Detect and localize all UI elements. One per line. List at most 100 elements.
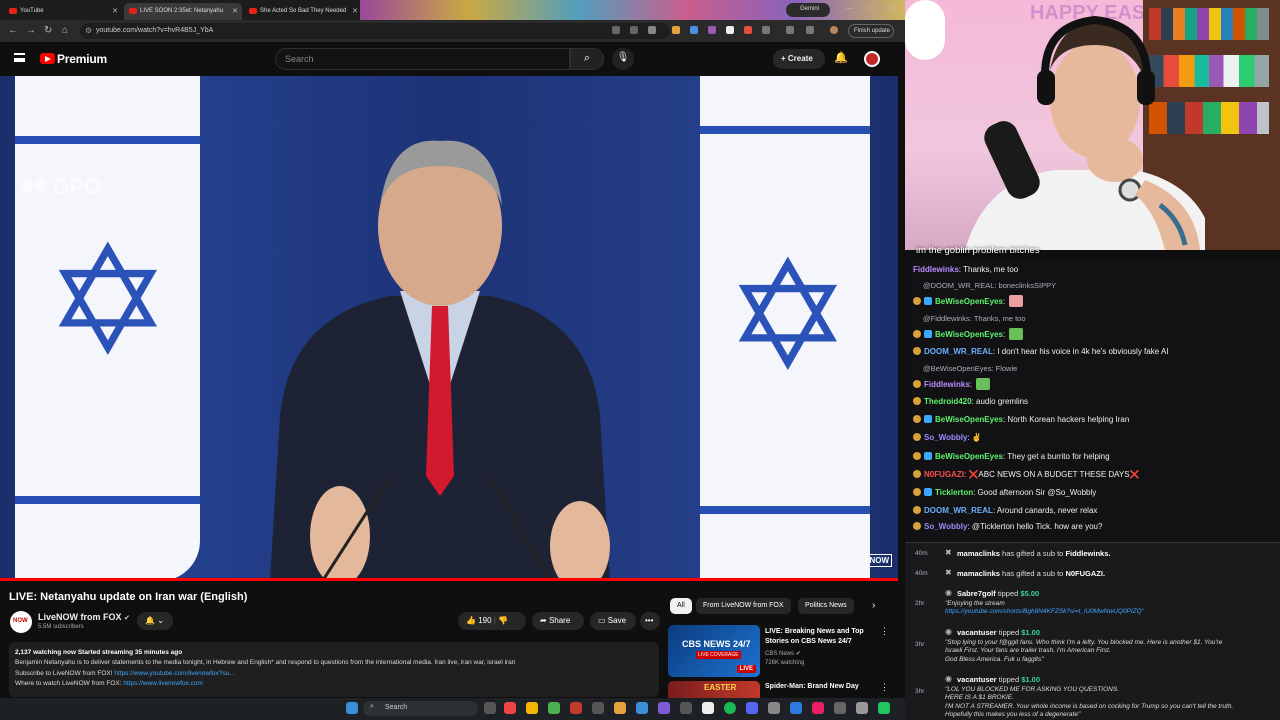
bookmark-icon[interactable] (648, 26, 656, 34)
video-player[interactable]: ✡ ✡ ●● GPO NOW (0, 76, 898, 581)
stream-caption: im the goblin problem bitches (916, 245, 1040, 256)
extension-icon[interactable] (726, 26, 734, 34)
chevron-down-icon: ⌄ (157, 616, 164, 625)
app-icon[interactable] (592, 702, 604, 714)
youtube-favicon-icon (9, 8, 17, 14)
live-chat: Fiddlewinks: Thanks, me too @DOOM_WR_REA… (905, 262, 1280, 542)
home-icon[interactable]: ⌂ (62, 25, 68, 36)
create-button[interactable]: + Create (773, 49, 825, 69)
video-progress-bar[interactable] (0, 578, 898, 581)
browser-tab-live[interactable]: LIVE SOON 2:35et: Netanyahu ✕ (124, 3, 242, 20)
subscribe-bell-button[interactable]: 🔔 ⌄ (137, 612, 173, 630)
profile-avatar[interactable] (830, 26, 838, 34)
browser-tab-bar: YouTube ✕ LIVE SOON 2:35et: Netanyahu ✕ … (0, 0, 905, 20)
url-field[interactable]: ⚙ youtube.com/watch?v=hvR4B5J_YbA (80, 23, 670, 39)
browser-tab-video[interactable]: She Acted So Bad They Needed ✕ (244, 3, 362, 20)
app-icon[interactable] (746, 702, 758, 714)
gemini-button[interactable]: Gemini (786, 3, 830, 17)
extension-icon[interactable] (744, 26, 752, 34)
extension-icon[interactable] (690, 26, 698, 34)
related-thumbnail-spiderman[interactable]: EASTER (668, 681, 760, 698)
like-button[interactable]: 👍 190 | 👎 (458, 612, 526, 630)
browser-tab-youtube[interactable]: YouTube ✕ (4, 3, 122, 20)
more-vert-icon[interactable]: ⋮ (880, 682, 889, 693)
app-icon[interactable] (504, 702, 516, 714)
app-icon[interactable] (548, 702, 560, 714)
app-icon[interactable] (790, 702, 802, 714)
mascot-figure (905, 0, 945, 60)
more-vert-icon[interactable]: ⋮ (880, 626, 889, 637)
more-icon: ••• (645, 616, 654, 625)
app-icon[interactable] (680, 702, 692, 714)
stream-events-feed: 40m ✖ mamaclinks has gifted a sub to Fid… (905, 542, 1280, 720)
video-description[interactable]: 2,137 watching now Started streaming 35 … (9, 642, 659, 697)
downloads-icon[interactable] (806, 26, 814, 34)
address-bar-row: ← → ↻ ⌂ ⚙ youtube.com/watch?v=hvR4B5J_Yb… (0, 20, 905, 42)
site-info-icon[interactable]: ⚙ (85, 26, 92, 35)
finish-update-button[interactable]: Finish update (848, 24, 894, 38)
reload-icon[interactable]: ↻ (44, 25, 52, 36)
app-icon[interactable] (702, 702, 714, 714)
task-view-icon[interactable] (484, 702, 496, 714)
description-text: Benjamin Netanyahu is to deliver stateme… (15, 659, 516, 667)
app-icon[interactable] (658, 702, 670, 714)
channel-name[interactable]: LiveNOW from FOX ✔ (38, 612, 130, 622)
thumbs-down-icon[interactable]: 👎 (498, 616, 508, 625)
close-tab-icon[interactable]: ✕ (232, 7, 238, 15)
search-input[interactable]: Search (275, 48, 570, 70)
app-icon[interactable] (878, 702, 890, 714)
save-button[interactable]: ▭ Save (590, 612, 636, 630)
app-icon[interactable] (834, 702, 846, 714)
close-window-icon[interactable]: ✕ (888, 4, 895, 13)
more-actions-button[interactable]: ••• (640, 612, 660, 630)
extension-icon[interactable] (672, 26, 680, 34)
chip-all[interactable]: All (670, 598, 692, 614)
streamer-figure (965, 15, 1205, 250)
taskbar-search[interactable]: ⌕ Search (363, 701, 478, 716)
chat-message: DOOM_WR_REAL: I don't hear his voice in … (913, 347, 1169, 356)
start-icon[interactable] (346, 702, 358, 714)
chip-from-channel[interactable]: From LiveNOW from FOX (696, 598, 791, 614)
chip-politics-news[interactable]: Politics News (798, 598, 854, 614)
close-tab-icon[interactable]: ✕ (112, 7, 118, 15)
share-icon: ➦ (540, 616, 547, 625)
related-thumbnail-cbs[interactable]: CBS NEWS 24/7 LIVE COVERAGE LIVE (668, 625, 760, 677)
chat-message: BeWiseOpenEyes: North Korean hackers hel… (913, 415, 1129, 424)
chevron-right-icon[interactable]: › (872, 600, 875, 611)
folder-icon[interactable] (614, 702, 626, 714)
search-button[interactable]: ⌕ (570, 48, 604, 70)
notifications-icon[interactable]: 🔔 (834, 51, 848, 64)
back-icon[interactable]: ← (8, 25, 18, 36)
chrome-icon[interactable] (526, 702, 538, 714)
app-icon[interactable] (570, 702, 582, 714)
youtube-brand[interactable]: Premium (57, 52, 107, 66)
chat-reply-context: @DOOM_WR_REAL: boneclinksSIPPY (923, 281, 1057, 290)
subscribe-link[interactable]: https://www.youtube.com/livenowfox?su... (114, 670, 234, 677)
streamer-webcam: HAPPY EASTER (905, 0, 1280, 250)
livenow-corner-logo: NOW (866, 554, 892, 567)
app-icon[interactable] (768, 702, 780, 714)
extensions-puzzle-icon[interactable] (762, 26, 770, 34)
install-icon[interactable] (630, 26, 638, 34)
spotify-icon[interactable] (724, 702, 736, 714)
maximize-icon[interactable]: ☐ (868, 4, 875, 13)
share-button[interactable]: ➦ Share (532, 612, 584, 630)
channel-avatar[interactable] (10, 611, 32, 633)
minimize-icon[interactable]: — (846, 4, 854, 13)
account-avatar[interactable] (864, 51, 880, 67)
zoom-icon[interactable] (612, 26, 620, 34)
app-icon[interactable] (636, 702, 648, 714)
related-title[interactable]: LIVE: Breaking News and Top Stories on C… (765, 627, 875, 647)
voice-search-button[interactable]: 🎙 (612, 48, 634, 70)
close-tab-icon[interactable]: ✕ (352, 7, 358, 15)
app-icon[interactable] (812, 702, 824, 714)
app-icon[interactable] (856, 702, 868, 714)
related-title[interactable]: Spider-Man: Brand New Day (765, 682, 875, 692)
website-link[interactable]: https://www.livenowfox.com (123, 680, 202, 687)
menu-icon[interactable] (14, 53, 25, 62)
tip-link[interactable]: https://youtube.com/shorts/Bgh8N4KFZSk?s… (945, 608, 1275, 616)
youtube-logo-icon[interactable] (40, 53, 55, 64)
forward-icon[interactable]: → (26, 25, 36, 36)
extension-icon[interactable] (708, 26, 716, 34)
sidebar-icon[interactable] (786, 26, 794, 34)
